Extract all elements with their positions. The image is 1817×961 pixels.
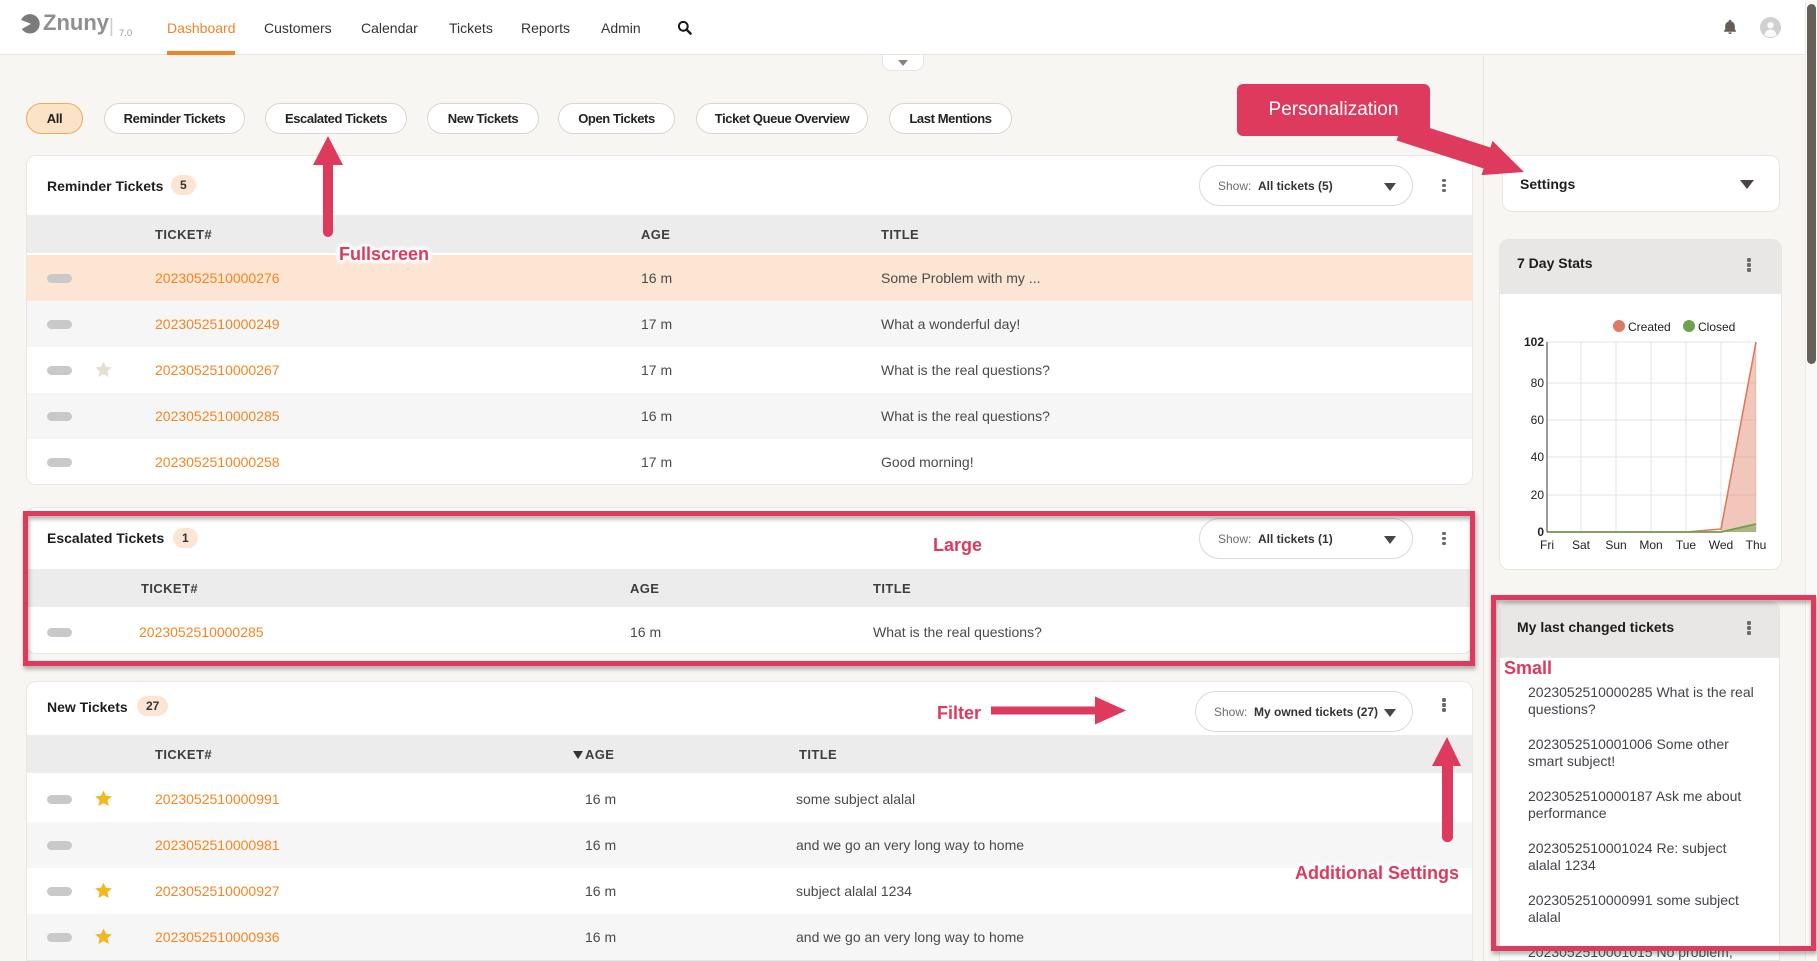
svg-text:60: 60 xyxy=(1531,413,1545,427)
svg-text:40: 40 xyxy=(1531,450,1545,464)
svg-text:Sun: Sun xyxy=(1605,538,1626,552)
svg-text:Sat: Sat xyxy=(1572,538,1591,552)
svg-text:0: 0 xyxy=(1537,525,1544,539)
svg-text:Wed: Wed xyxy=(1709,538,1733,552)
svg-text:Thu: Thu xyxy=(1746,538,1767,552)
svg-text:20: 20 xyxy=(1531,488,1545,502)
svg-text:Closed: Closed xyxy=(1698,320,1735,334)
svg-text:80: 80 xyxy=(1531,376,1545,390)
svg-text:Mon: Mon xyxy=(1639,538,1662,552)
svg-text:102: 102 xyxy=(1524,335,1544,349)
svg-text:Created: Created xyxy=(1628,320,1671,334)
svg-text:Tue: Tue xyxy=(1676,538,1697,552)
svg-text:Fri: Fri xyxy=(1540,538,1554,552)
